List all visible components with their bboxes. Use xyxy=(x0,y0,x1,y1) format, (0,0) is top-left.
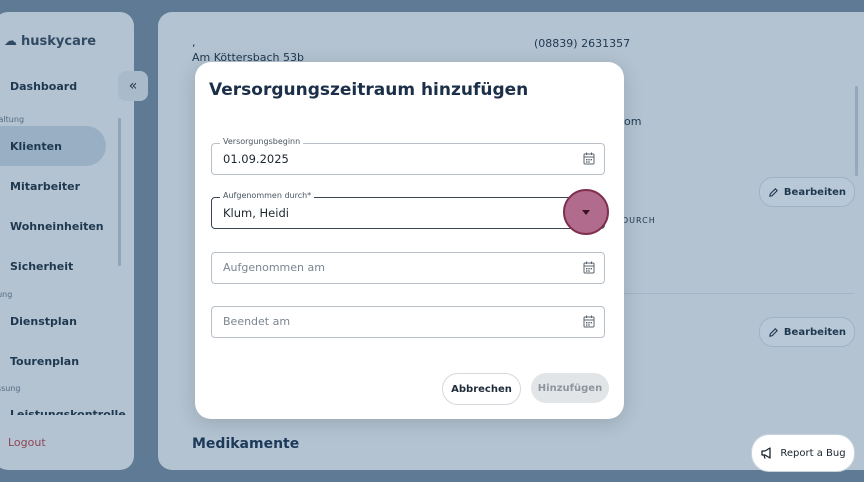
megaphone-icon xyxy=(761,447,772,459)
phone-number: (08839) 2631357 xyxy=(534,37,631,50)
column-header-fragment: DURCH xyxy=(622,216,656,225)
admitted-on-date-field[interactable]: Aufgenommen am xyxy=(211,252,605,284)
sidebar-item-sicherheit[interactable]: Sicherheit xyxy=(10,260,73,273)
sidebar-section-label: waltung xyxy=(0,115,25,124)
main-scrollbar[interactable] xyxy=(855,86,858,176)
sidebar-section-label: nung xyxy=(0,290,13,299)
calendar-icon[interactable] xyxy=(583,315,595,328)
admitted-by-value: Klum, Heidi xyxy=(223,206,289,220)
edit-button[interactable]: Bearbeiten xyxy=(759,177,855,207)
sidebar-item-leistungskontrolle[interactable]: Leistungskontrolle xyxy=(10,408,126,415)
logout-link[interactable]: Logout xyxy=(8,436,46,449)
cancel-button[interactable]: Abbrechen xyxy=(442,373,521,405)
collapse-sidebar-button[interactable]: « xyxy=(118,71,148,101)
logo-text: huskycare xyxy=(21,34,97,49)
pencil-icon xyxy=(769,187,778,197)
edit-button-label: Bearbeiten xyxy=(783,326,847,338)
sidebar-item-dienstplan[interactable]: Dienstplan xyxy=(10,315,77,328)
edit-button[interactable]: Bearbeiten xyxy=(759,317,855,347)
divider xyxy=(624,293,854,294)
pencil-icon xyxy=(769,327,778,337)
email-fragment: om xyxy=(624,115,642,128)
report-bug-label: Report a Bug xyxy=(780,447,846,459)
chevrons-left-icon: « xyxy=(128,78,138,94)
admitted-by-select[interactable]: Aufgenommen durch* Klum, Heidi xyxy=(211,191,605,229)
address-comma: , xyxy=(192,36,196,49)
care-start-date-field[interactable]: Versorgungsbeginn 01.09.2025 xyxy=(211,137,605,175)
sidebar-item-tourenplan[interactable]: Tourenplan xyxy=(10,355,79,368)
calendar-icon[interactable] xyxy=(583,261,595,274)
sidebar-section-label: assung xyxy=(0,384,21,393)
logo: ☁ huskycare xyxy=(4,34,96,49)
edit-button-label: Bearbeiten xyxy=(783,186,847,198)
sidebar-item-mitarbeiter[interactable]: Mitarbeiter xyxy=(10,180,80,193)
section-heading-medikamente: Medikamente xyxy=(192,436,300,452)
sidebar-item-wohneinheiten[interactable]: Wohneinheiten xyxy=(10,220,104,233)
dialog-title: Versorgungszeitraum hinzufügen xyxy=(209,80,529,100)
sidebar-item-klienten[interactable]: Klienten xyxy=(10,140,62,153)
care-start-date-value: 01.09.2025 xyxy=(223,152,289,166)
sidebar-scrollbar[interactable] xyxy=(118,118,121,266)
ended-on-date-field[interactable]: Beendet am xyxy=(211,306,605,338)
field-label: Versorgungsbeginn xyxy=(220,137,304,146)
sidebar-item-dashboard[interactable]: Dashboard xyxy=(10,80,77,93)
cloud-icon: ☁ xyxy=(4,34,17,49)
report-bug-button[interactable]: Report a Bug xyxy=(751,434,855,472)
ended-on-placeholder: Beendet am xyxy=(223,315,291,328)
add-button[interactable]: Hinzufügen xyxy=(531,373,609,403)
admitted-on-placeholder: Aufgenommen am xyxy=(223,261,325,274)
dropdown-toggle-button[interactable] xyxy=(563,189,609,235)
calendar-icon[interactable] xyxy=(583,152,595,165)
field-label: Aufgenommen durch* xyxy=(220,191,315,200)
caret-down-icon xyxy=(582,209,590,215)
add-care-period-dialog: Versorgungszeitraum hinzufügen Versorgun… xyxy=(195,62,624,419)
sidebar: ☁ huskycare Dashboard waltung Klienten Mi… xyxy=(0,12,134,470)
